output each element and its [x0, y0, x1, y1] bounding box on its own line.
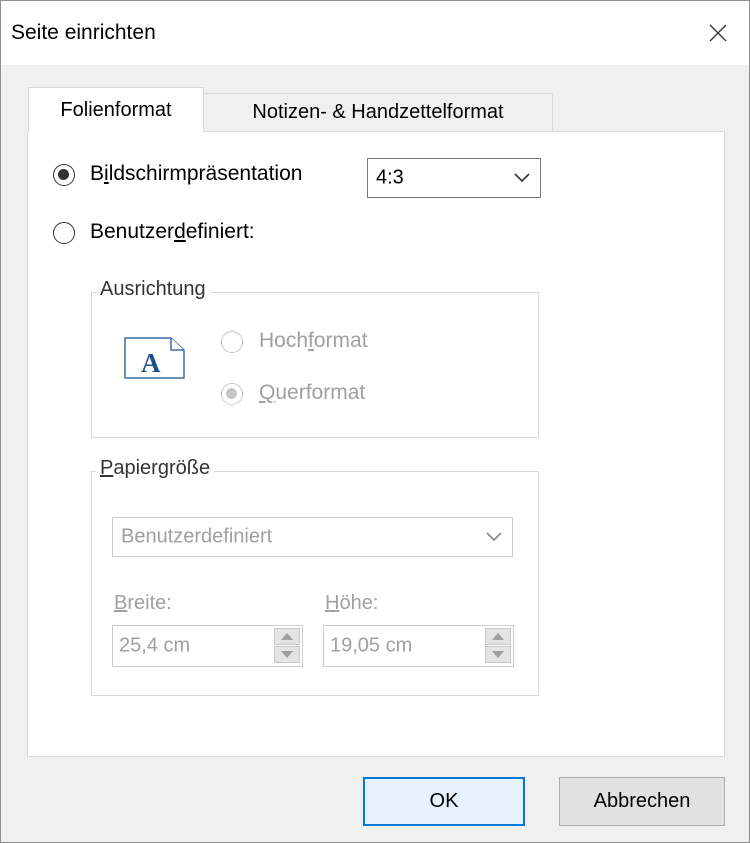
aspect-ratio-value: 4:3: [376, 166, 404, 189]
ok-button-label: OK: [429, 790, 459, 812]
custom-label: Benutzerdefiniert:: [90, 220, 255, 243]
aspect-ratio-dropdown[interactable]: 4:3: [367, 158, 541, 198]
arrow-up-icon: [492, 633, 504, 640]
page-icon-letter: A: [141, 348, 161, 378]
title-bar: Seite einrichten: [1, 1, 749, 65]
arrow-up-icon: [281, 633, 293, 640]
width-decrement-button[interactable]: [274, 646, 300, 663]
tab-label: Folienformat: [60, 98, 172, 121]
custom-radio[interactable]: [53, 222, 75, 244]
paper-size-dropdown[interactable]: Benutzerdefiniert: [112, 517, 513, 557]
cancel-button-label: Abbrechen: [593, 790, 691, 812]
arrow-down-icon: [281, 651, 293, 658]
arrow-down-icon: [492, 651, 504, 658]
close-icon: [709, 24, 727, 42]
ok-button[interactable]: OK: [363, 777, 525, 826]
chevron-down-icon: [514, 173, 530, 183]
tab-notes-handout-format[interactable]: Notizen- & Handzettelformat: [203, 93, 553, 131]
chevron-down-icon: [486, 532, 502, 542]
height-spinbox[interactable]: 19,05 cm: [323, 625, 514, 667]
landscape-label: Querformat: [259, 381, 366, 404]
orientation-group-title: Ausrichtung: [96, 278, 210, 301]
portrait-radio[interactable]: [221, 331, 243, 353]
window-title: Seite einrichten: [11, 21, 156, 44]
landscape-page-icon: A: [124, 337, 185, 379]
height-decrement-button[interactable]: [485, 646, 511, 663]
width-label: Breite:: [114, 592, 172, 614]
height-label: Höhe:: [325, 592, 379, 614]
height-increment-button[interactable]: [485, 628, 511, 645]
width-increment-button[interactable]: [274, 628, 300, 645]
close-button[interactable]: [687, 1, 749, 65]
width-value: 25,4 cm: [119, 634, 191, 657]
paper-size-value: Benutzerdefiniert: [121, 525, 273, 548]
page-setup-dialog: Seite einrichten Notizen- & Handzettelfo…: [0, 0, 750, 843]
landscape-radio[interactable]: [221, 383, 243, 405]
tab-slide-format[interactable]: Folienformat: [28, 87, 204, 132]
screen-show-radio[interactable]: [53, 164, 75, 186]
tab-label: Notizen- & Handzettelformat: [252, 101, 504, 123]
paper-size-group-title: Papiergröße: [96, 457, 215, 480]
tab-panel: Bildschirmpräsentation 4:3 Benutzerdefin…: [27, 131, 725, 757]
height-value: 19,05 cm: [330, 634, 413, 657]
cancel-button[interactable]: Abbrechen: [559, 777, 725, 826]
portrait-label: Hochformat: [259, 329, 368, 352]
screen-show-label: Bildschirmpräsentation: [90, 162, 303, 185]
width-spinbox[interactable]: 25,4 cm: [112, 625, 303, 667]
